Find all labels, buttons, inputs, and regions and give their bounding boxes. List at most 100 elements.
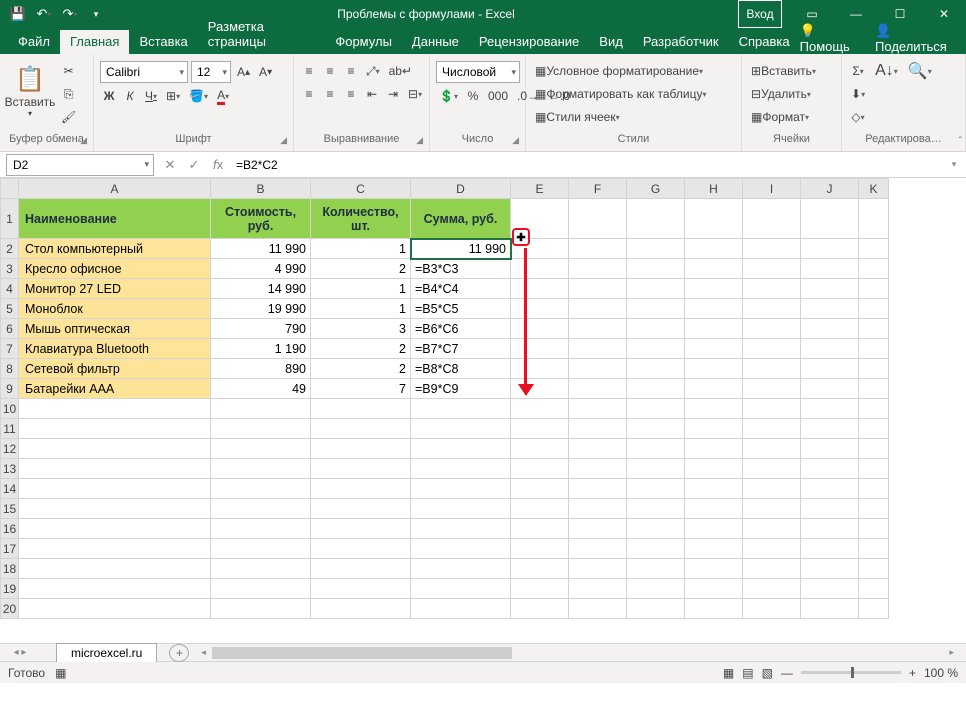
row-header[interactable]: 11: [1, 419, 19, 439]
cell[interactable]: 7: [311, 379, 411, 399]
cell[interactable]: 49: [211, 379, 311, 399]
align-center-icon[interactable]: ≡: [321, 84, 339, 104]
cell[interactable]: [743, 559, 801, 579]
cell[interactable]: [627, 499, 685, 519]
row-header[interactable]: 18: [1, 559, 19, 579]
cell[interactable]: [211, 479, 311, 499]
column-header[interactable]: K: [859, 179, 889, 199]
row-header[interactable]: 17: [1, 539, 19, 559]
cell[interactable]: [211, 399, 311, 419]
redo-icon[interactable]: ↷: [58, 2, 82, 26]
cell[interactable]: [685, 319, 743, 339]
font-color-icon[interactable]: A: [214, 86, 232, 106]
row-header[interactable]: 7: [1, 339, 19, 359]
align-right-icon[interactable]: ≡: [342, 84, 360, 104]
delete-cells-button[interactable]: ⊟ Удалить: [748, 84, 814, 104]
tab-help[interactable]: Справка: [729, 30, 800, 54]
column-header[interactable]: G: [627, 179, 685, 199]
cell[interactable]: [801, 279, 859, 299]
cell[interactable]: 2: [311, 339, 411, 359]
cell[interactable]: Моноблок: [19, 299, 211, 319]
column-header[interactable]: B: [211, 179, 311, 199]
cell[interactable]: [627, 319, 685, 339]
cell[interactable]: [627, 199, 685, 239]
cell[interactable]: [743, 459, 801, 479]
cell[interactable]: Стол компьютерный: [19, 239, 211, 259]
cell[interactable]: [743, 239, 801, 259]
cell[interactable]: [801, 579, 859, 599]
cell[interactable]: [511, 599, 569, 619]
cell[interactable]: 3: [311, 319, 411, 339]
cell[interactable]: [743, 499, 801, 519]
cell[interactable]: [743, 199, 801, 239]
cell[interactable]: [801, 299, 859, 319]
cell[interactable]: [19, 499, 211, 519]
cell[interactable]: [743, 439, 801, 459]
cell[interactable]: [685, 459, 743, 479]
zoom-level[interactable]: 100 %: [924, 666, 958, 680]
orientation-icon[interactable]: ⤢: [363, 61, 383, 81]
cell[interactable]: 11 990: [211, 239, 311, 259]
cell[interactable]: [743, 539, 801, 559]
cell[interactable]: [859, 399, 889, 419]
cell[interactable]: [627, 439, 685, 459]
cell[interactable]: 1 190: [211, 339, 311, 359]
cell[interactable]: [511, 439, 569, 459]
cell[interactable]: [511, 279, 569, 299]
cell[interactable]: [801, 459, 859, 479]
cell[interactable]: [685, 379, 743, 399]
table-header[interactable]: Наименование: [19, 199, 211, 239]
cell[interactable]: Кресло офисное: [19, 259, 211, 279]
cell[interactable]: [859, 359, 889, 379]
save-icon[interactable]: 💾: [6, 2, 30, 26]
bold-button[interactable]: Ж: [100, 86, 118, 106]
cell[interactable]: [569, 479, 627, 499]
row-header[interactable]: 5: [1, 299, 19, 319]
cell[interactable]: =B5*C5: [411, 299, 511, 319]
cell[interactable]: [569, 419, 627, 439]
cell[interactable]: [569, 199, 627, 239]
cell[interactable]: [569, 379, 627, 399]
cell[interactable]: [411, 439, 511, 459]
column-header[interactable]: F: [569, 179, 627, 199]
cell[interactable]: [211, 419, 311, 439]
cell[interactable]: [569, 339, 627, 359]
cell[interactable]: [511, 319, 569, 339]
cell[interactable]: [569, 559, 627, 579]
row-header[interactable]: 10: [1, 399, 19, 419]
cell[interactable]: [685, 499, 743, 519]
cell[interactable]: [211, 439, 311, 459]
cell[interactable]: [801, 499, 859, 519]
view-layout-icon[interactable]: ▤: [742, 666, 753, 680]
cell[interactable]: Мышь оптическая: [19, 319, 211, 339]
cell[interactable]: Клавиатура Bluetooth: [19, 339, 211, 359]
cell[interactable]: [511, 359, 569, 379]
cell[interactable]: [211, 539, 311, 559]
cell[interactable]: [411, 539, 511, 559]
tell-me[interactable]: 💡 Помощь: [800, 23, 863, 54]
cell[interactable]: [411, 579, 511, 599]
cell[interactable]: [511, 399, 569, 419]
cell[interactable]: [569, 539, 627, 559]
percent-icon[interactable]: %: [464, 86, 482, 106]
cell[interactable]: [801, 339, 859, 359]
cell[interactable]: [743, 479, 801, 499]
row-header[interactable]: 16: [1, 519, 19, 539]
add-sheet-icon[interactable]: +: [169, 644, 189, 662]
row-header[interactable]: 4: [1, 279, 19, 299]
tab-home[interactable]: Главная: [60, 30, 129, 54]
cell[interactable]: [211, 579, 311, 599]
cell[interactable]: [569, 519, 627, 539]
cell[interactable]: [19, 599, 211, 619]
sort-filter-icon[interactable]: A↓: [872, 61, 901, 81]
cell[interactable]: [627, 479, 685, 499]
cell[interactable]: [685, 559, 743, 579]
column-header[interactable]: A: [19, 179, 211, 199]
cell[interactable]: [685, 439, 743, 459]
row-header[interactable]: 1: [1, 199, 19, 239]
cell[interactable]: =B9*C9: [411, 379, 511, 399]
cell[interactable]: [19, 459, 211, 479]
cell[interactable]: [685, 279, 743, 299]
cell[interactable]: [627, 259, 685, 279]
share-button[interactable]: 👤 Поделиться: [875, 23, 958, 54]
